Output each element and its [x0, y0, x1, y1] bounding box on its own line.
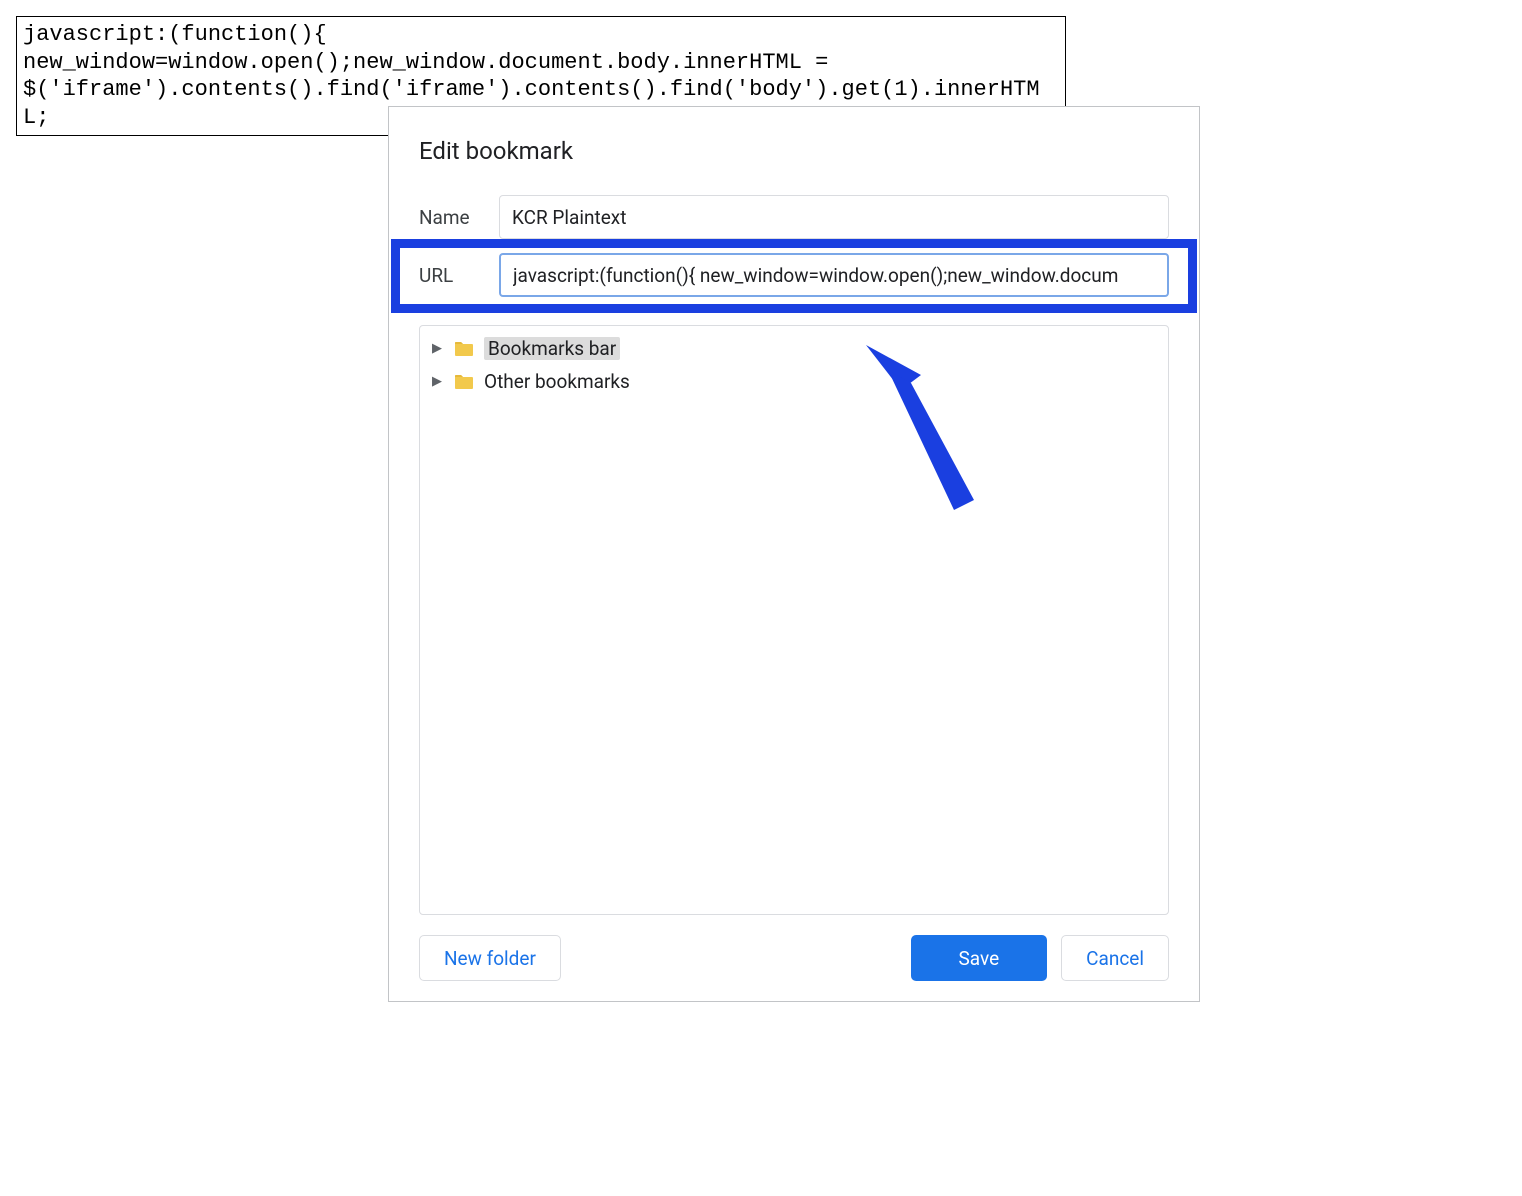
- name-row: Name: [419, 195, 1169, 239]
- new-folder-button[interactable]: New folder: [419, 935, 561, 981]
- edit-bookmark-dialog: Edit bookmark Name URL ▶ Bookmarks bar ▶…: [388, 106, 1200, 1002]
- tree-item-other-bookmarks[interactable]: ▶ Other bookmarks: [420, 365, 1168, 398]
- url-input[interactable]: [499, 253, 1169, 297]
- url-label: URL: [419, 264, 479, 287]
- dialog-actions: New folder Save Cancel: [419, 935, 1169, 981]
- dialog-title: Edit bookmark: [419, 137, 1169, 165]
- url-row: URL: [419, 253, 1169, 297]
- folder-tree[interactable]: ▶ Bookmarks bar ▶ Other bookmarks: [419, 325, 1169, 915]
- chevron-right-icon: ▶: [432, 341, 444, 356]
- chevron-right-icon: ▶: [432, 374, 444, 389]
- tree-item-bookmarks-bar[interactable]: ▶ Bookmarks bar: [420, 332, 1168, 365]
- folder-icon: [454, 341, 474, 357]
- right-action-group: Save Cancel: [911, 935, 1169, 981]
- save-button[interactable]: Save: [911, 935, 1048, 981]
- folder-icon: [454, 374, 474, 390]
- cancel-button[interactable]: Cancel: [1061, 935, 1169, 981]
- name-label: Name: [419, 206, 479, 229]
- tree-item-label: Other bookmarks: [484, 370, 630, 393]
- name-input[interactable]: [499, 195, 1169, 239]
- tree-item-label: Bookmarks bar: [484, 337, 620, 360]
